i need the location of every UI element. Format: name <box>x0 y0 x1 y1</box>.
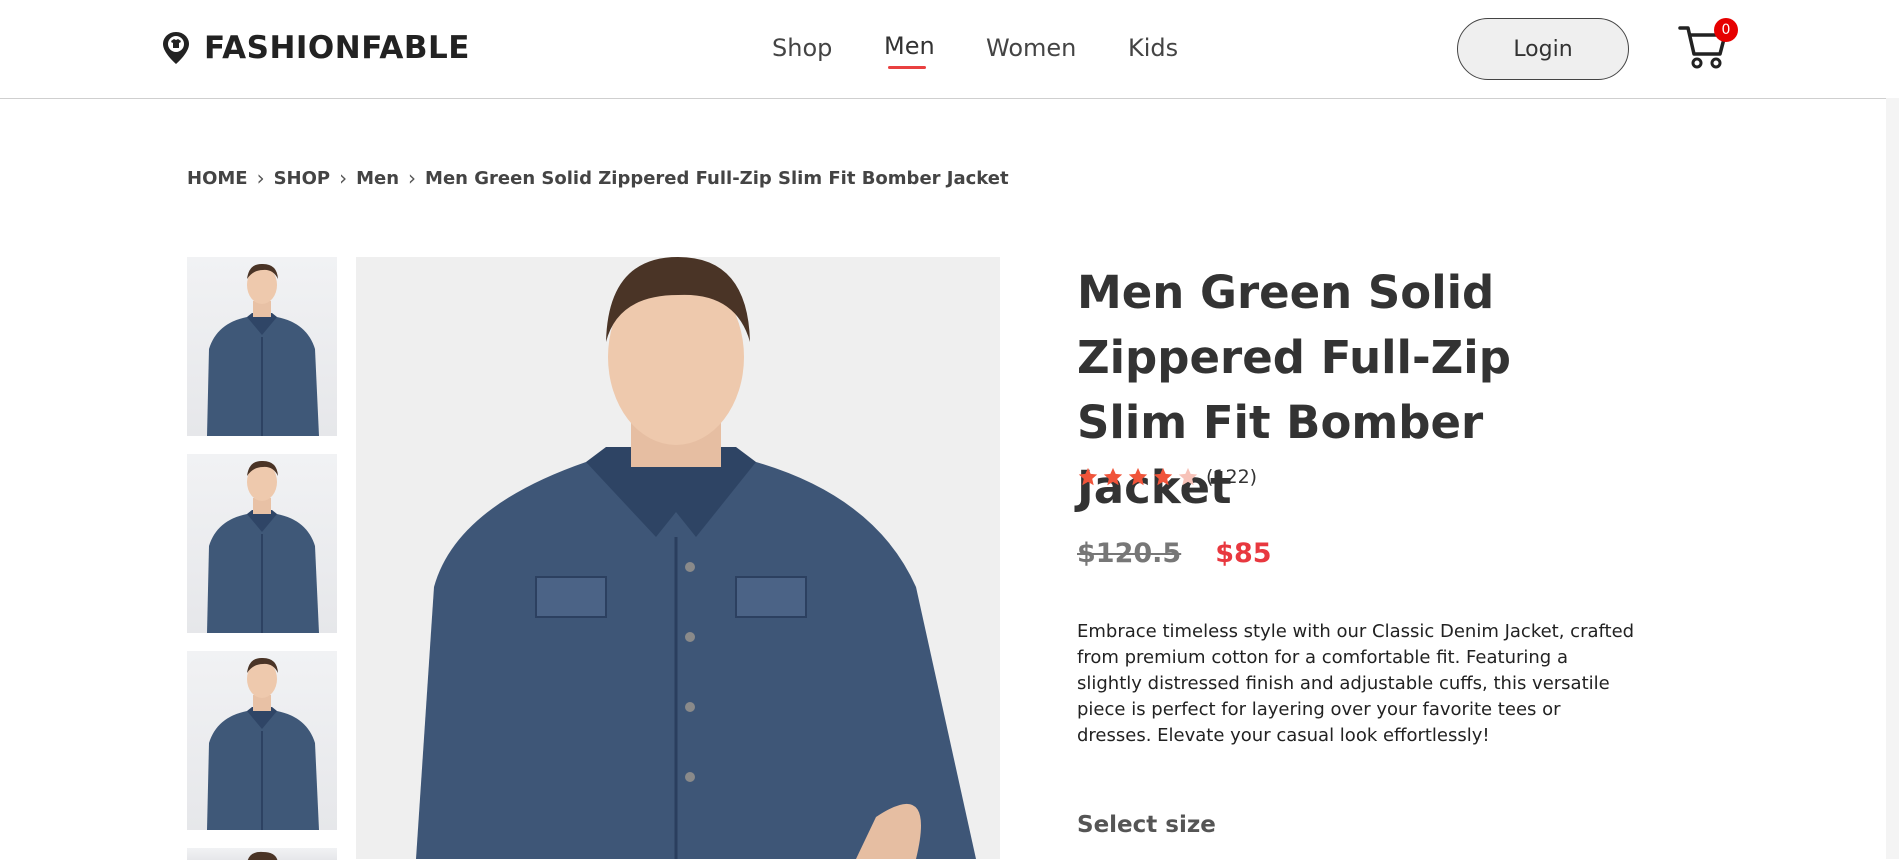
nav-item-kids[interactable]: Kids <box>1128 34 1178 62</box>
cart-button[interactable]: 0 <box>1678 18 1738 72</box>
star-filled-icon <box>1128 467 1148 486</box>
rating-stars <box>1077 466 1202 488</box>
chevron-right-icon: › <box>408 166 417 190</box>
sale-price: $85 <box>1215 538 1272 569</box>
login-button[interactable]: Login <box>1457 18 1629 80</box>
product-photo <box>207 657 319 830</box>
star-filled-icon <box>1103 467 1123 486</box>
breadcrumb-home[interactable]: HOME <box>187 168 248 189</box>
star-filled-icon <box>1078 467 1098 486</box>
brand-name: FASHIONFABLE <box>204 30 470 66</box>
nav-active-underline <box>888 66 926 69</box>
brand-logo[interactable]: FASHIONFABLE <box>160 30 470 66</box>
product-prices: $120.5 $85 <box>1077 538 1272 569</box>
nav-item-men[interactable]: Men <box>884 32 935 60</box>
product-rating: (122) <box>1077 466 1257 488</box>
page-scrollbar[interactable] <box>1886 98 1899 859</box>
star-filled-icon <box>1153 467 1173 486</box>
product-photo <box>356 257 1000 859</box>
review-count[interactable]: (122) <box>1206 466 1257 488</box>
breadcrumb-shop[interactable]: SHOP <box>274 168 331 189</box>
nav-item-shop[interactable]: Shop <box>772 34 832 62</box>
breadcrumb-men[interactable]: Men <box>356 168 399 189</box>
select-size-label: Select size <box>1077 812 1216 838</box>
product-description: Embrace timeless style with our Classic … <box>1077 621 1635 746</box>
product-thumbnail[interactable] <box>187 257 337 436</box>
product-main-image[interactable] <box>356 257 1000 859</box>
star-empty-icon <box>1178 467 1198 486</box>
cart-count-badge: 0 <box>1714 18 1738 42</box>
nav-item-women[interactable]: Women <box>986 34 1076 62</box>
product-thumbnail[interactable] <box>187 848 337 860</box>
location-pin-icon <box>163 32 189 64</box>
original-price: $120.5 <box>1077 538 1182 569</box>
product-photo <box>207 263 319 436</box>
breadcrumb: HOME › SHOP › Men › Men Green Solid Zipp… <box>187 166 1009 190</box>
breadcrumb-current-product: Men Green Solid Zippered Full-Zip Slim F… <box>425 167 1009 189</box>
product-thumbnail[interactable] <box>187 651 337 830</box>
product-thumbnail[interactable] <box>187 454 337 633</box>
chevron-right-icon: › <box>339 166 348 190</box>
chevron-right-icon: › <box>256 166 265 190</box>
site-header: FASHIONFABLE Shop Men Women Kids Login 0 <box>0 0 1899 99</box>
product-photo <box>207 460 319 633</box>
